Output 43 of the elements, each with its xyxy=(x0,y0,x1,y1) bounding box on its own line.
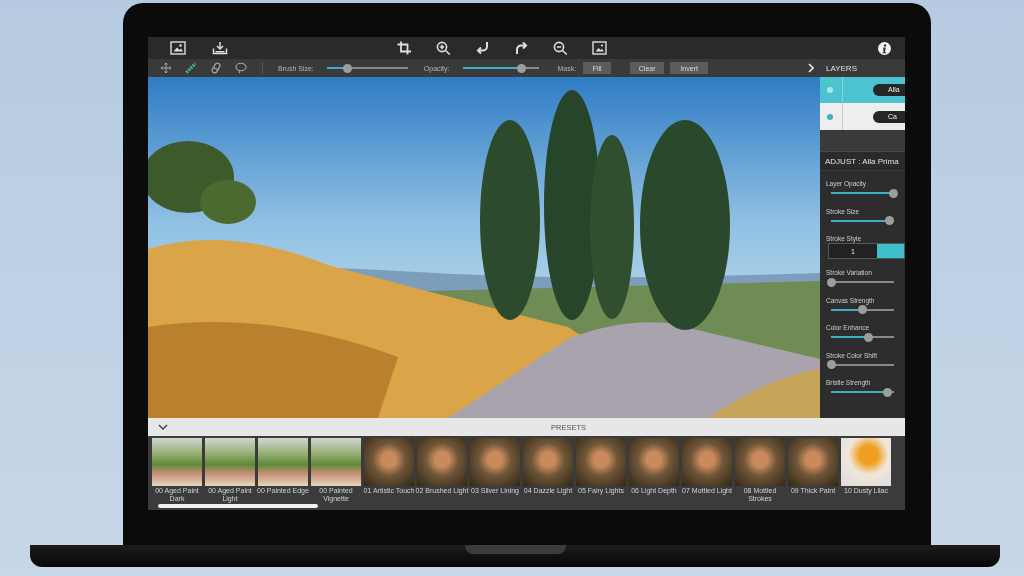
brush-icon[interactable] xyxy=(185,62,197,74)
scrollbar[interactable] xyxy=(158,504,318,508)
preset-thumbnail[interactable] xyxy=(311,438,361,486)
preset-thumbnail[interactable] xyxy=(152,438,202,486)
lasso-icon[interactable] xyxy=(235,62,247,74)
picture-frame-icon[interactable] xyxy=(592,41,607,55)
image-icon[interactable] xyxy=(170,41,186,55)
slider-thumb[interactable] xyxy=(889,188,898,198)
preset-thumbnail[interactable] xyxy=(682,438,732,486)
zoom-in-icon[interactable] xyxy=(436,41,451,55)
slider-thumb[interactable] xyxy=(864,332,874,342)
chevron-right-icon[interactable] xyxy=(808,63,814,73)
preset-thumbnail[interactable] xyxy=(629,438,679,486)
undo-icon[interactable] xyxy=(475,41,490,55)
redo-icon[interactable] xyxy=(514,41,529,55)
preset-thumbnail[interactable] xyxy=(788,438,838,486)
preset-thumbnail[interactable] xyxy=(841,438,891,486)
slider-thumb[interactable] xyxy=(885,216,895,225)
slider-thumb[interactable] xyxy=(827,277,837,287)
slider-thumb[interactable] xyxy=(882,387,892,397)
preset-thumbnail[interactable] xyxy=(417,438,467,486)
slider-thumb[interactable] xyxy=(343,63,353,73)
dot-icon xyxy=(827,87,833,93)
slider-thumb[interactable] xyxy=(517,63,526,73)
preset-thumbnail[interactable] xyxy=(523,438,573,486)
layers-title: LAYERS xyxy=(826,63,857,73)
tray-download-icon[interactable] xyxy=(212,41,228,55)
move-arrows-icon[interactable] xyxy=(160,62,172,74)
zoom-out-icon[interactable] xyxy=(553,41,568,55)
info-icon[interactable] xyxy=(878,41,891,55)
slider-thumb[interactable] xyxy=(857,305,867,314)
eraser-icon[interactable] xyxy=(210,62,222,74)
preset-thumbnail[interactable] xyxy=(576,438,626,486)
preset-thumbnail[interactable] xyxy=(470,438,520,486)
preset-thumbnail[interactable] xyxy=(205,438,255,486)
adjust-title: ADJUST : Alla Prima xyxy=(820,151,905,171)
crop-icon[interactable] xyxy=(397,41,412,55)
preset-thumbnail[interactable] xyxy=(258,438,308,486)
chevron-down-icon[interactable] xyxy=(158,424,168,430)
preset-thumbnail[interactable] xyxy=(364,438,414,486)
slider-thumb[interactable] xyxy=(827,360,837,369)
preset-thumbnail[interactable] xyxy=(735,438,785,486)
dot-icon xyxy=(827,113,833,120)
